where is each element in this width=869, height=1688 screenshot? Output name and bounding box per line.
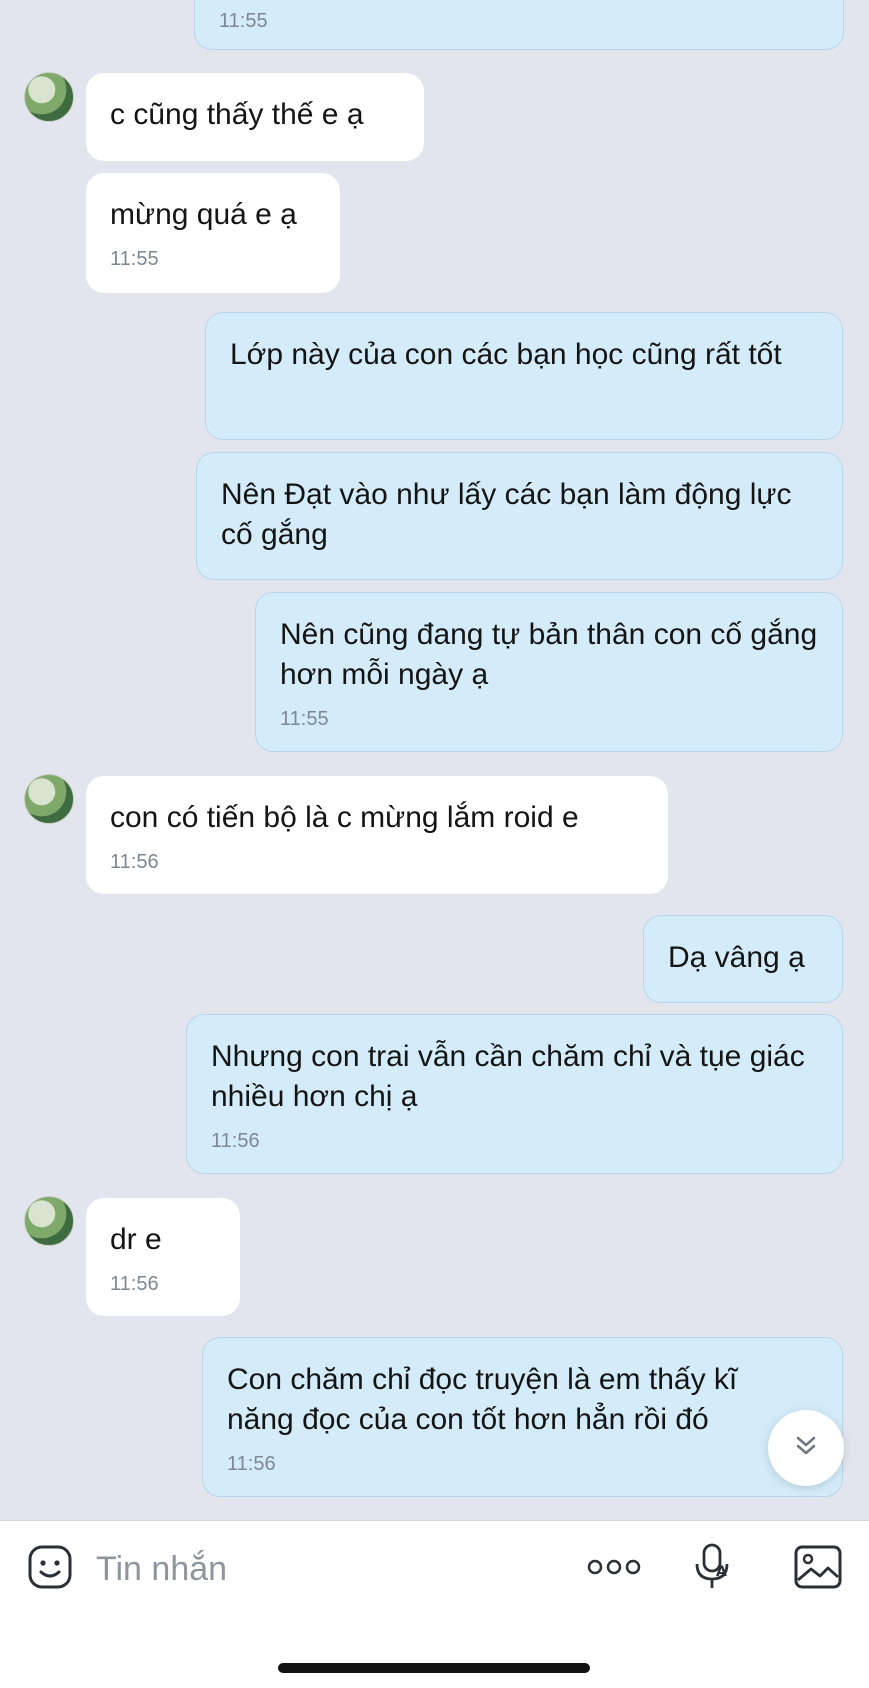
voice-to-text-icon: A — [692, 1542, 736, 1597]
chat-thread[interactable]: 11:55 c cũng thấy thế e ạ mừng quá e ạ 1… — [0, 0, 869, 1520]
message-time: 11:56 — [227, 1453, 276, 1475]
more-button[interactable] — [584, 1543, 644, 1595]
message-time: 11:56 — [110, 851, 159, 873]
image-button[interactable] — [792, 1543, 844, 1595]
message-bubble-incoming[interactable]: c cũng thấy thế e ạ — [86, 73, 424, 161]
contact-avatar[interactable] — [24, 1196, 74, 1246]
message-bubble-incoming[interactable]: con có tiến bộ là c mừng lắm roid e 11:5… — [86, 776, 668, 894]
message-time: 11:56 — [211, 1130, 260, 1152]
message-bubble-incoming[interactable]: dr e 11:56 — [86, 1198, 240, 1316]
message-text: Lớp này của con các bạn học cũng rất tốt — [230, 338, 782, 371]
message-bubble-outgoing[interactable]: Dạ vâng ạ — [643, 915, 843, 1003]
message-text: Con chăm chỉ đọc truyện là em thấy kĩ nă… — [227, 1363, 738, 1436]
message-input[interactable]: Tin nhắn — [96, 1549, 227, 1589]
scroll-to-bottom-button[interactable] — [768, 1410, 844, 1486]
message-text: dr e — [110, 1223, 162, 1256]
message-text: Nên Đạt vào như lấy các bạn làm động lực… — [221, 478, 792, 551]
message-bubble-outgoing[interactable]: 11:55 — [194, 0, 844, 50]
message-text: Nên cũng đang tự bản thân con cố gắng hơ… — [280, 618, 818, 691]
svg-text:A: A — [716, 1564, 727, 1580]
message-time: 11:56 — [110, 1273, 159, 1295]
home-indicator — [278, 1663, 590, 1673]
sticker-icon — [26, 1543, 74, 1596]
sticker-button[interactable] — [24, 1543, 76, 1595]
image-icon — [793, 1544, 843, 1595]
message-bubble-outgoing[interactable]: Con chăm chỉ đọc truyện là em thấy kĩ nă… — [202, 1337, 843, 1497]
message-text: Nhưng con trai vẫn cần chăm chỉ và tụe g… — [211, 1040, 805, 1113]
message-bubble-outgoing[interactable]: Nhưng con trai vẫn cần chăm chỉ và tụe g… — [186, 1014, 843, 1174]
message-bubble-incoming[interactable]: mừng quá e ạ 11:55 — [86, 173, 340, 293]
message-time: 11:55 — [280, 708, 329, 730]
message-time: 11:55 — [110, 248, 159, 270]
message-text: con có tiến bộ là c mừng lắm roid e — [110, 801, 579, 834]
message-bubble-outgoing[interactable]: Lớp này của con các bạn học cũng rất tốt — [205, 312, 843, 440]
message-composer: Tin nhắn A — [0, 1520, 869, 1688]
message-text: Dạ vâng ạ — [668, 941, 805, 974]
message-text: c cũng thấy thế e ạ — [110, 98, 364, 131]
message-bubble-outgoing[interactable]: Nên Đạt vào như lấy các bạn làm động lực… — [196, 452, 843, 580]
message-time: 11:55 — [219, 10, 268, 32]
message-text: mừng quá e ạ — [110, 198, 297, 231]
more-icon — [586, 1557, 642, 1582]
chevron-double-down-icon — [792, 1432, 820, 1465]
contact-avatar[interactable] — [24, 774, 74, 824]
message-bubble-outgoing[interactable]: Nên cũng đang tự bản thân con cố gắng hơ… — [255, 592, 843, 752]
voice-to-text-button[interactable]: A — [688, 1543, 740, 1595]
contact-avatar[interactable] — [24, 72, 74, 122]
